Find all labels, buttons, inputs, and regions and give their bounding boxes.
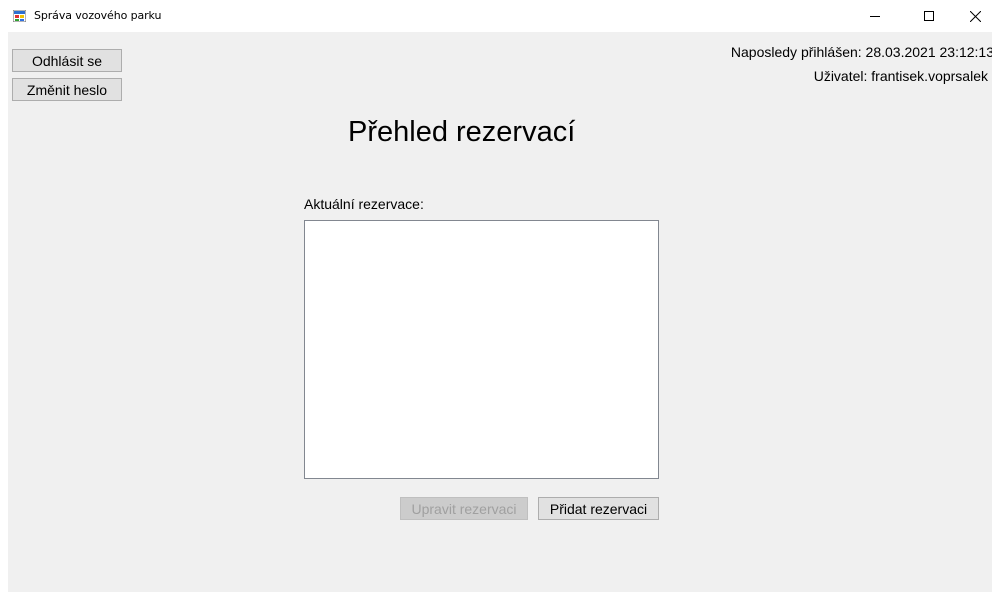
close-button[interactable] bbox=[952, 0, 992, 32]
reservations-list-label: Aktuální rezervace: bbox=[304, 196, 424, 212]
reservations-listbox[interactable] bbox=[304, 220, 659, 479]
title-bar[interactable]: Správa vozového parku bbox=[0, 0, 992, 32]
maximize-icon bbox=[924, 11, 934, 21]
window-title: Správa vozového parku bbox=[34, 9, 162, 22]
minimize-button[interactable] bbox=[852, 0, 898, 32]
client-area: Odhlásit se Změnit heslo Naposledy přihl… bbox=[8, 32, 992, 592]
app-forms-icon bbox=[13, 10, 26, 22]
user-label: Uživatel: frantisek.voprsalek bbox=[813, 68, 988, 84]
maximize-button[interactable] bbox=[906, 0, 952, 32]
change-password-button[interactable]: Změnit heslo bbox=[12, 78, 122, 101]
last-login-label: Naposledy přihlášen: 28.03.2021 23:12:13 bbox=[730, 44, 992, 60]
logout-button[interactable]: Odhlásit se bbox=[12, 49, 122, 72]
page-title: Přehled rezervací bbox=[348, 116, 576, 148]
add-reservation-button[interactable]: Přidat rezervaci bbox=[538, 497, 659, 520]
minimize-icon bbox=[870, 16, 880, 17]
edit-reservation-button[interactable]: Upravit rezervaci bbox=[400, 497, 528, 520]
close-icon bbox=[969, 10, 981, 22]
